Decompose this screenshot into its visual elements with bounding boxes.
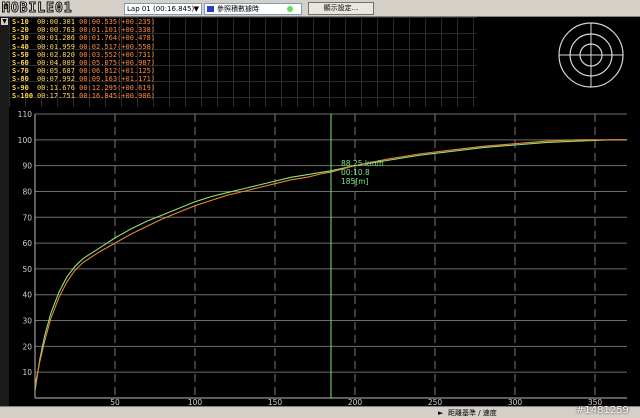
- split-time: 00:11.676: [37, 83, 80, 92]
- split-reference-time: 00:16.845(+00.906): [79, 91, 156, 100]
- x-tick-label: 150: [268, 398, 283, 406]
- left-strip: [0, 17, 9, 418]
- split-time: 00:01.286: [37, 34, 80, 43]
- split-label: S-10: [12, 18, 29, 26]
- split-reference-time: 00:03.552(+00.731): [79, 50, 156, 59]
- x-tick-label: 250: [428, 398, 443, 406]
- y-tick-label: 70: [22, 213, 32, 222]
- split-row: S-90 00:11.676 00:12.295(+00.619): [12, 84, 155, 92]
- x-tick-label: 200: [348, 398, 363, 406]
- split-reference-time: 00:02.517(+00.558): [79, 42, 156, 51]
- split-reference-time: 00:01.764(+00.478): [79, 34, 156, 43]
- cursor-readout-speed: 88.25 km/h: [341, 159, 384, 168]
- split-reference-time: 00:12.295(+00.619): [79, 83, 156, 92]
- color-swatch-icon: [207, 6, 214, 12]
- x-tick-label: 100: [188, 398, 203, 406]
- split-reference-time: 00:09.163(+01.171): [79, 75, 156, 84]
- y-tick-label: 40: [22, 291, 32, 300]
- split-time: 00:02.820: [37, 50, 80, 59]
- axis-mode-label: 距離基準 / 速度: [448, 409, 497, 417]
- data-source-value: 參照積數據時: [217, 5, 259, 13]
- split-reference-time: 00:05.075(+00.987): [79, 59, 156, 67]
- collapse-icon[interactable]: ▼: [1, 18, 8, 25]
- status-indicator-icon: [287, 6, 293, 12]
- lap-select-value: Lap 01 (00:16.845): [127, 5, 195, 13]
- split-row: S-30 00:01.286 00:01.764(+00.478): [12, 34, 155, 42]
- split-label: S-30: [12, 34, 29, 43]
- cursor-readout-distance: 185[m]: [341, 177, 369, 186]
- split-label: S-50: [12, 50, 29, 59]
- y-tick-label: 60: [22, 239, 32, 248]
- split-time: 00:01.959: [37, 42, 80, 51]
- split-row: S-70 00:05.687 00:06.812(+01.125): [12, 67, 155, 75]
- y-tick-label: 30: [22, 317, 32, 326]
- cursor-readout-time: 00:10.8: [341, 168, 370, 177]
- display-settings-button[interactable]: 顯示設定...: [308, 2, 374, 15]
- x-tick-label: 50: [110, 398, 120, 406]
- watermark: #1481259: [576, 405, 629, 416]
- split-reference-time: 00:06.812(+01.125): [79, 67, 156, 76]
- split-label: S-60: [12, 59, 29, 67]
- split-time: 00:04.089: [37, 59, 80, 67]
- chart-background: [9, 107, 640, 406]
- y-tick-label: 80: [22, 187, 32, 196]
- split-reference-time: 00:01.101(+00.338): [79, 26, 156, 35]
- split-time: 00:00.763: [37, 26, 80, 35]
- split-row: S-50 00:02.820 00:03.552(+00.731): [12, 51, 155, 59]
- split-label: S-80: [12, 75, 29, 84]
- y-tick-label: 90: [22, 162, 32, 171]
- speed-chart[interactable]: 10 20 30 40 50 60 70 80 90 100 110 50 100 150 200 250 30…: [9, 107, 640, 406]
- dropdown-arrow-icon: ▼: [193, 5, 199, 13]
- split-times-panel: S-10 00:00.301 00:00.535(+00.235) S-20 00:0…: [9, 17, 477, 107]
- split-row: S-10 00:00.301 00:00.535(+00.235): [12, 18, 155, 26]
- lap-select[interactable]: Lap 01 (00:16.845) ▼: [124, 3, 202, 15]
- split-row: S-60 00:04.089 00:05.075(+00.987): [12, 59, 155, 67]
- split-label: S-70: [12, 67, 29, 76]
- y-tick-label: 20: [22, 342, 32, 351]
- scroll-right-icon[interactable]: ►: [438, 408, 443, 418]
- split-row: S-100 00:17.751 00:16.845(+00.906): [12, 92, 155, 100]
- y-tick-label: 110: [18, 110, 33, 119]
- split-label: S-90: [12, 83, 29, 92]
- status-bar: ► 距離基準 / 速度: [0, 406, 640, 418]
- y-tick-label: 100: [18, 136, 33, 145]
- y-tick-label: 50: [22, 265, 32, 274]
- split-label: S-20: [12, 26, 29, 35]
- x-tick-label: 300: [508, 398, 523, 406]
- radar-icon: [558, 22, 624, 88]
- split-time: 00:17.751: [37, 91, 80, 100]
- toolbar: MOBILE01 Lap 01 (00:16.845) ▼ 參照積數據時 顯示設…: [0, 0, 640, 17]
- split-label: S-40: [12, 42, 29, 51]
- split-row: S-40 00:01.959 00:02.517(+00.558): [12, 43, 155, 51]
- split-reference-time: 00:00.535(+00.235): [79, 18, 156, 26]
- split-row: S-20 00:00.763 00:01.101(+00.338): [12, 26, 155, 34]
- split-time: 00:05.687: [37, 67, 80, 76]
- split-time: 00:07.992: [37, 75, 80, 84]
- split-row: S-80 00:07.992 00:09.163(+01.171): [12, 75, 155, 83]
- logo: MOBILE01: [2, 1, 73, 16]
- split-time: 00:00.301: [37, 18, 80, 26]
- split-label: S-100: [12, 91, 34, 100]
- y-tick-label: 10: [22, 368, 32, 377]
